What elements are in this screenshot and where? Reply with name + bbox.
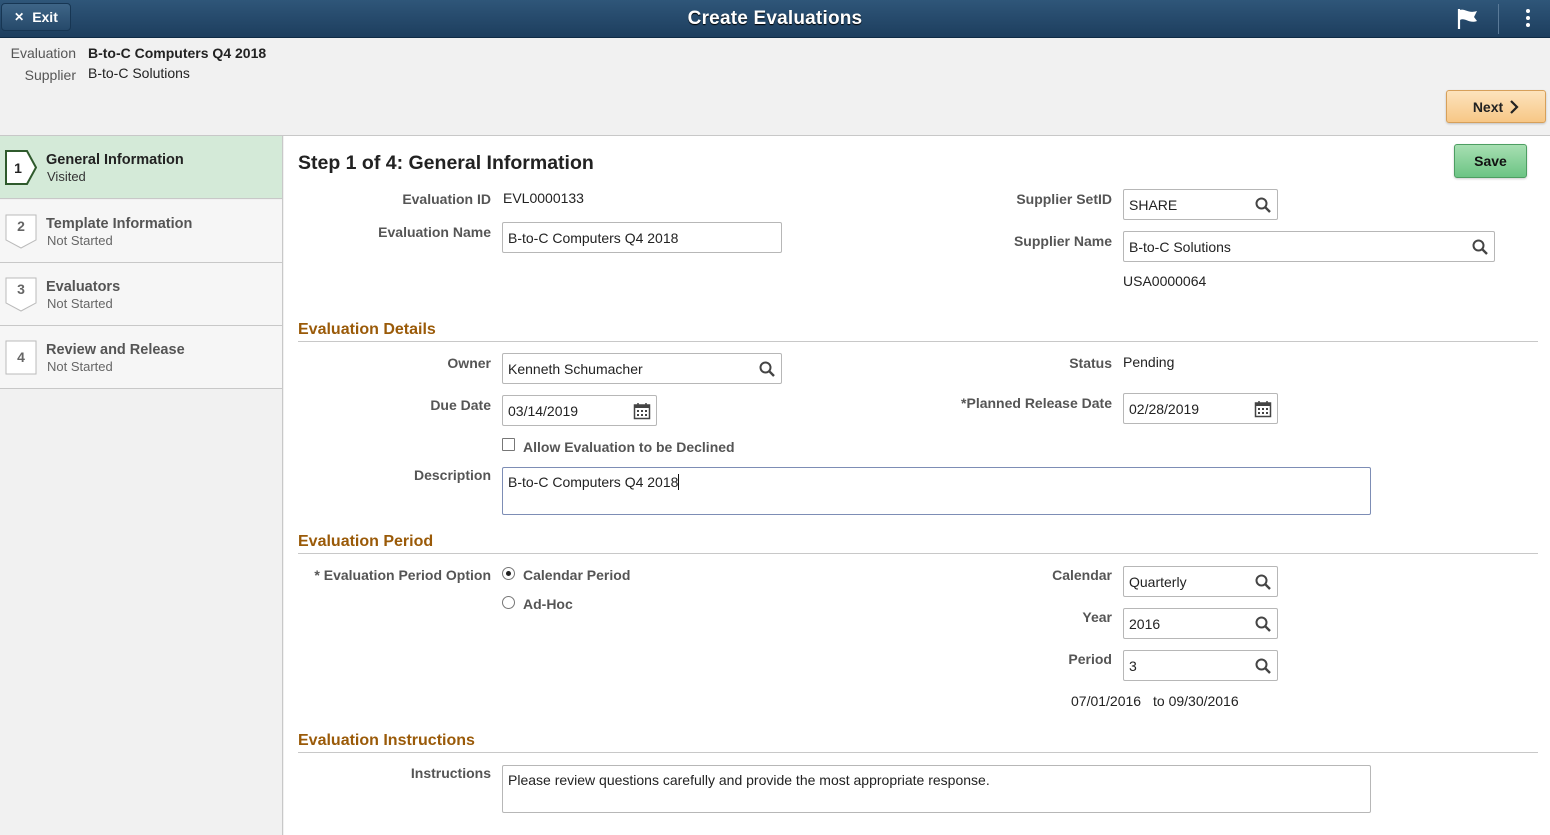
status-value: Pending <box>1123 354 1175 370</box>
period-input[interactable]: 3 <box>1123 650 1278 681</box>
planned-release-date-input[interactable]: 02/28/2019 <box>1123 393 1278 424</box>
instructions-label: Instructions <box>410 765 491 781</box>
step-status: Visited <box>47 169 86 184</box>
step-name: General Information <box>46 152 184 168</box>
radio-calendar-period[interactable] <box>502 567 515 580</box>
description-text: B-to-C Computers Q4 2018 <box>508 474 679 490</box>
owner-text: Kenneth Schumacher <box>508 360 643 377</box>
supplier-setid-text: SHARE <box>1129 196 1178 213</box>
step-badge-1: 1 <box>5 150 37 185</box>
search-icon[interactable] <box>1254 573 1272 591</box>
supplier-setid-label: Supplier SetID <box>1016 191 1112 207</box>
text-cursor <box>678 474 680 490</box>
supplier-id-value: USA0000064 <box>1123 273 1207 289</box>
supplier-name-label: Supplier Name <box>1013 233 1112 249</box>
step-item-review-and-release[interactable]: 4 Review and Release Not Started <box>0 326 282 389</box>
due-date-input[interactable]: 03/14/2019 <box>502 395 657 426</box>
calendar-label: Calendar <box>1052 567 1112 583</box>
year-text: 2016 <box>1129 615 1161 632</box>
chevron-right-icon <box>1510 99 1519 114</box>
top-banner: ✕ Exit Create Evaluations <box>0 0 1550 38</box>
description-label: Description <box>413 467 491 483</box>
owner-label: Owner <box>447 355 491 371</box>
ad-hoc-label: Ad-Hoc <box>523 596 573 612</box>
flag-icon[interactable] <box>1455 7 1481 31</box>
search-icon[interactable] <box>1471 238 1489 256</box>
next-label: Next <box>1472 98 1504 115</box>
section-title-evaluation-details: Evaluation Details <box>298 321 436 338</box>
banner-divider <box>1498 4 1499 34</box>
section-title-evaluation-period: Evaluation Period <box>298 533 434 550</box>
status-label: Status <box>1069 355 1112 371</box>
section-divider <box>298 553 1538 554</box>
svg-text:2: 2 <box>17 218 25 234</box>
next-button[interactable]: Next <box>1446 90 1546 123</box>
page-title: Create Evaluations <box>687 8 863 29</box>
description-textarea[interactable]: B-to-C Computers Q4 2018 <box>502 467 1371 515</box>
step-badge-2: 2 <box>5 214 37 249</box>
due-date-text: 03/14/2019 <box>508 402 579 419</box>
step-name: Template Information <box>46 216 193 232</box>
planned-release-date-label: *Planned Release Date <box>961 395 1112 411</box>
step-badge-4: 4 <box>5 340 37 375</box>
calendar-input[interactable]: Quarterly <box>1123 566 1278 597</box>
step-name: Review and Release <box>46 342 185 358</box>
instructions-text: Please review questions carefully and pr… <box>508 772 990 788</box>
supplier-setid-input[interactable]: SHARE <box>1123 189 1278 220</box>
supplier-value: B-to-C Solutions <box>88 65 190 81</box>
search-icon[interactable] <box>1254 196 1272 214</box>
period-text: 3 <box>1129 657 1137 674</box>
calendar-icon[interactable] <box>1254 400 1272 418</box>
section-divider <box>298 341 1538 342</box>
radio-ad-hoc[interactable] <box>502 596 515 609</box>
step-name: Evaluators <box>46 279 121 295</box>
step-title: Step 1 of 4: General Information <box>298 152 594 174</box>
step-status: Not Started <box>47 296 113 311</box>
section-divider <box>298 752 1538 753</box>
step-item-general-information[interactable]: 1 General Information Visited <box>0 136 282 199</box>
evaluation-value: B-to-C Computers Q4 2018 <box>88 45 267 61</box>
owner-input[interactable]: Kenneth Schumacher <box>502 353 782 384</box>
supplier-name-text: B-to-C Solutions <box>1129 238 1231 255</box>
step-badge-3: 3 <box>5 277 37 312</box>
calendar-icon[interactable] <box>633 402 651 420</box>
search-icon[interactable] <box>758 360 776 378</box>
evaluation-name-label: Evaluation Name <box>378 224 491 240</box>
evaluation-name-text: B-to-C Computers Q4 2018 <box>508 229 679 246</box>
allow-decline-checkbox[interactable] <box>502 438 515 451</box>
svg-text:1: 1 <box>14 160 22 176</box>
supplier-name-input[interactable]: B-to-C Solutions <box>1123 231 1495 262</box>
step-item-template-information[interactable]: 2 Template Information Not Started <box>0 200 282 263</box>
year-label: Year <box>1082 609 1112 625</box>
actions-menu-icon[interactable] <box>1520 6 1536 32</box>
allow-decline-label: Allow Evaluation to be Declined <box>523 439 735 455</box>
search-icon[interactable] <box>1254 657 1272 675</box>
period-label: Period <box>1068 651 1112 667</box>
step-item-evaluators[interactable]: 3 Evaluators Not Started <box>0 263 282 326</box>
step-status: Not Started <box>47 233 113 248</box>
evaluation-period-option-label: * Evaluation Period Option <box>314 567 491 583</box>
svg-text:4: 4 <box>17 349 25 365</box>
year-input[interactable]: 2016 <box>1123 608 1278 639</box>
save-button[interactable]: Save <box>1454 144 1527 178</box>
svg-text:3: 3 <box>17 281 25 297</box>
period-range-from: 07/01/2016 <box>1071 693 1142 709</box>
planned-release-date-text: 02/28/2019 <box>1129 400 1200 417</box>
evaluation-label: Evaluation <box>10 45 76 61</box>
supplier-label: Supplier <box>24 67 76 83</box>
search-icon[interactable] <box>1254 615 1272 633</box>
calendar-period-label: Calendar Period <box>523 567 631 583</box>
evaluation-id-value: EVL0000133 <box>503 190 584 206</box>
due-date-label: Due Date <box>430 397 491 413</box>
period-range-to: to 09/30/2016 <box>1153 693 1239 709</box>
evaluation-name-input[interactable]: B-to-C Computers Q4 2018 <box>502 222 782 253</box>
step-status: Not Started <box>47 359 113 374</box>
calendar-text: Quarterly <box>1129 573 1187 590</box>
instructions-textarea[interactable]: Please review questions carefully and pr… <box>502 765 1371 813</box>
section-title-evaluation-instructions: Evaluation Instructions <box>298 732 475 749</box>
evaluation-id-label: Evaluation ID <box>402 191 491 207</box>
step-navigation: 1 General Information Visited 2 Template… <box>0 136 283 835</box>
